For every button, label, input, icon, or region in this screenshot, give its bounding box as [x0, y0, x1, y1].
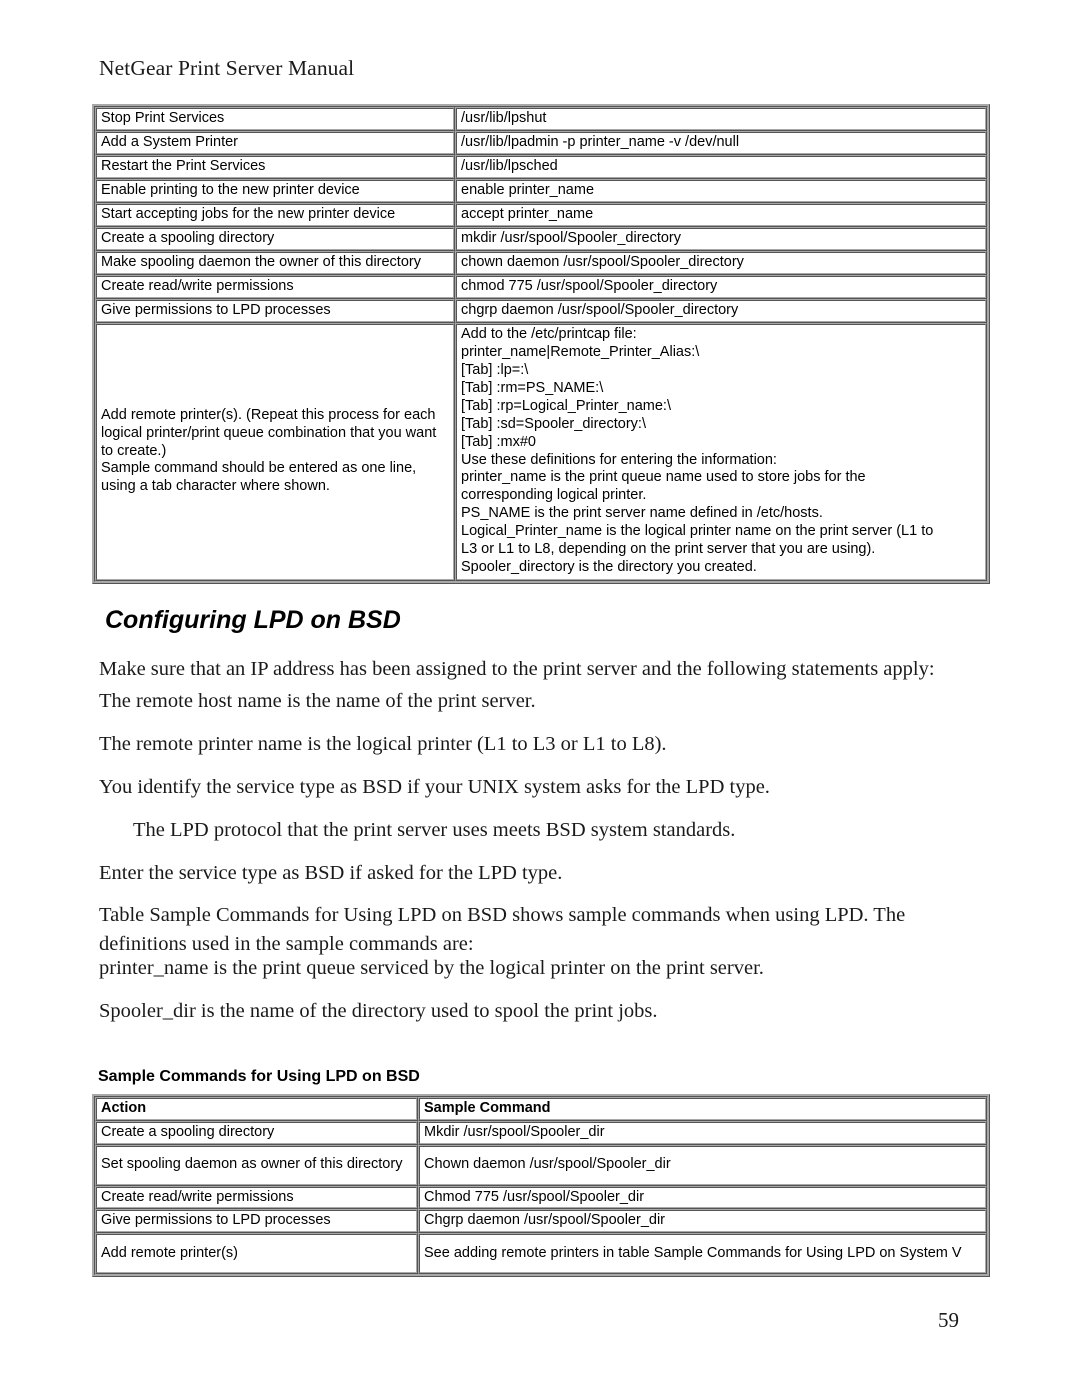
cell-action: Enable printing to the new printer devic…	[95, 179, 455, 203]
cell-command: /usr/lib/lpadmin -p printer_name -v /dev…	[455, 131, 987, 155]
cell-command: enable printer_name	[455, 179, 987, 203]
table-row: Start accepting jobs for the new printer…	[95, 203, 987, 227]
cell-command: mkdir /usr/spool/Spooler_directory	[455, 227, 987, 251]
cell-action: Give permissions to LPD processes	[95, 299, 455, 323]
table-header-row: Action Sample Command	[95, 1097, 987, 1121]
body-paragraph: Enter the service type as BSD if asked f…	[99, 862, 563, 884]
cell-command: Mkdir /usr/spool/Spooler_dir	[418, 1120, 987, 1145]
body-paragraph: The remote host name is the name of the …	[99, 690, 536, 712]
table-row: Add a System Printer/usr/lib/lpadmin -p …	[95, 131, 987, 155]
cell-command: See adding remote printers in table Samp…	[418, 1233, 987, 1275]
table-row: Set spooling daemon as owner of this dir…	[95, 1144, 987, 1186]
body-paragraph: You identify the service type as BSD if …	[99, 776, 770, 798]
cell-action: Add a System Printer	[95, 131, 455, 155]
body-paragraph: The remote printer name is the logical p…	[99, 733, 667, 755]
table-row: Give permissions to LPD processes chgrp d…	[95, 299, 987, 323]
cell-command: Chgrp daemon /usr/spool/Spooler_dir	[418, 1209, 987, 1234]
cell-command: Chmod 775 /usr/spool/Spooler_dir	[418, 1185, 987, 1210]
body-paragraph: printer_name is the print queue serviced…	[99, 957, 764, 979]
cell-action: Add remote printer(s)	[95, 1233, 418, 1275]
table-row: Create a spooling directory Mkdir /usr/sp…	[95, 1120, 987, 1145]
section-heading-configuring-lpd-on-bsd: Configuring LPD on BSD	[105, 606, 401, 634]
cell-command: Chown daemon /usr/spool/Spooler_dir	[418, 1144, 987, 1186]
body-paragraph: Make sure that an IP address has been as…	[99, 658, 935, 680]
cell-action: Create a spooling directory	[95, 227, 455, 251]
cell-action: Start accepting jobs for the new printer…	[95, 203, 455, 227]
cell-action: Make spooling daemon the owner of this d…	[95, 251, 455, 275]
column-header-sample-command: Sample Command	[418, 1097, 987, 1121]
column-header-action: Action	[95, 1097, 418, 1121]
body-paragraph: The LPD protocol that the print server u…	[133, 819, 736, 841]
table-row: Create read/write permissions chmod 775 /…	[95, 275, 987, 299]
cell-command: /usr/lib/lpshut	[455, 107, 987, 131]
cell-command: chown daemon /usr/spool/Spooler_director…	[455, 251, 987, 275]
cell-command-printcap: Add to the /etc/printcap file: printer_n…	[455, 323, 987, 581]
document-page: NetGear Print Server Manual Stop Print S…	[0, 0, 1080, 1397]
cell-command: /usr/lib/lpsched	[455, 155, 987, 179]
cell-action: Create read/write permissions	[95, 1185, 418, 1210]
table-row: Give permissions to LPD processes Chgrp d…	[95, 1209, 987, 1234]
table-row: Enable printing to the new printer devic…	[95, 179, 987, 203]
cell-command: chmod 775 /usr/spool/Spooler_directory	[455, 275, 987, 299]
table-row: Make spooling daemon the owner of this d…	[95, 251, 987, 275]
cell-action: Set spooling daemon as owner of this dir…	[95, 1144, 418, 1186]
cell-action: Give permissions to LPD processes	[95, 1209, 418, 1234]
cell-action-remote-printers: Add remote printer(s). (Repeat this proc…	[95, 323, 455, 581]
cell-command: accept printer_name	[455, 203, 987, 227]
table-row: Create read/write permissions Chmod 775 /…	[95, 1185, 987, 1210]
running-header-title: NetGear Print Server Manual	[99, 56, 355, 80]
bsd-commands-table: Action Sample Command Create a spooling di…	[92, 1094, 990, 1278]
table-row-remote-printers: Add remote printer(s). (Repeat this proc…	[95, 323, 987, 581]
page-number: 59	[938, 1308, 959, 1332]
cell-action: Create read/write permissions	[95, 275, 455, 299]
body-paragraph: Spooler_dir is the name of the directory…	[99, 1000, 658, 1022]
cell-action: Create a spooling directory	[95, 1120, 418, 1145]
table-row: Restart the Print Services/usr/lib/lpsch…	[95, 155, 987, 179]
table-caption-sample-commands-bsd: Sample Commands for Using LPD on BSD	[98, 1068, 420, 1085]
system-v-commands-table: Stop Print Services/usr/lib/lpshut Add a …	[92, 104, 990, 584]
table-row: Create a spooling directory mkdir /usr/sp…	[95, 227, 987, 251]
cell-action: Stop Print Services	[95, 107, 455, 131]
body-paragraph: Table Sample Commands for Using LPD on B…	[99, 904, 906, 956]
table-row: Stop Print Services/usr/lib/lpshut	[95, 107, 987, 131]
cell-command: chgrp daemon /usr/spool/Spooler_director…	[455, 299, 987, 323]
table-row: Add remote printer(s) See adding remote p…	[95, 1233, 987, 1275]
cell-action: Restart the Print Services	[95, 155, 455, 179]
